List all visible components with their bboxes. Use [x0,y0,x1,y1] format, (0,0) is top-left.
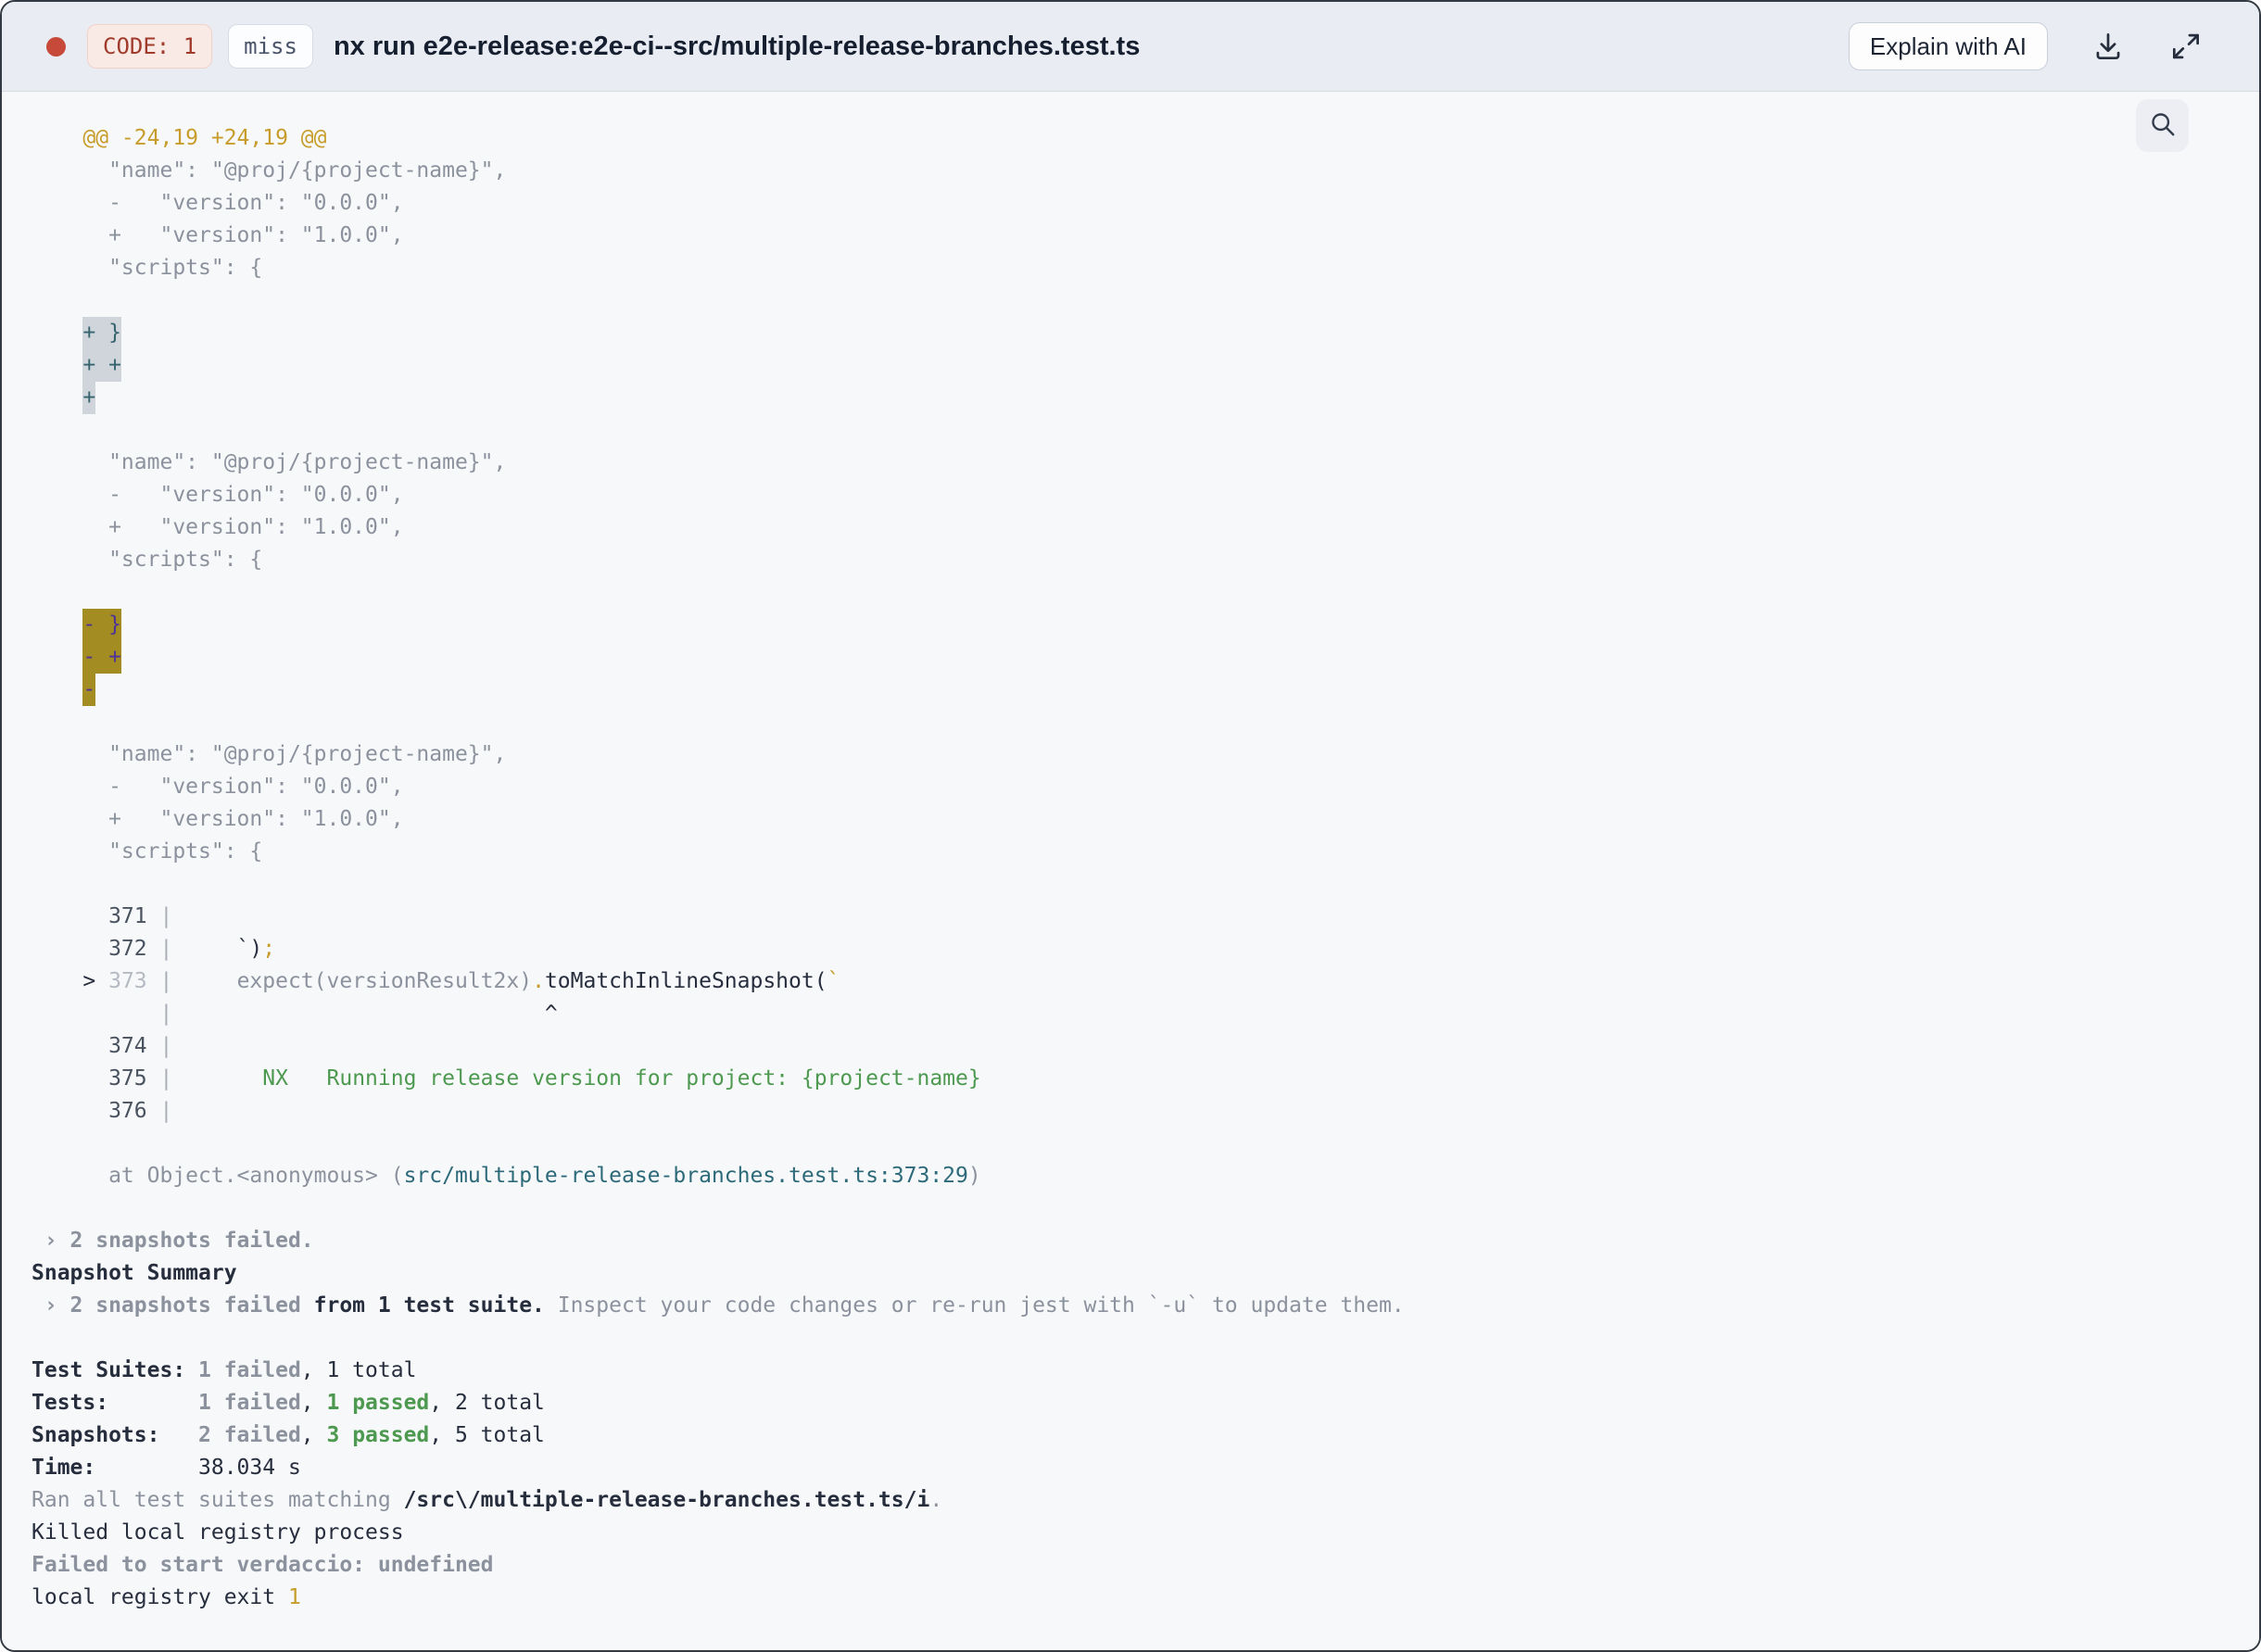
download-button[interactable] [2090,29,2126,64]
terminal-line: 371 | [32,904,173,928]
exit-code-badge: CODE: 1 [87,24,213,69]
terminal-line: "name": "@proj/{project-name}", [32,742,507,766]
terminal-line: "scripts": { [32,839,263,864]
terminal-line: - [32,674,2259,706]
terminal-line: | ^ [32,1002,558,1026]
terminal-line: "name": "@proj/{project-name}", [32,158,507,183]
terminal-line: Snapshots: 2 failed, 3 passed, 5 total [32,1423,545,1447]
terminal-line: 372 | `); [32,937,276,961]
terminal-line: - "version": "0.0.0", [32,775,404,799]
terminal-line: › 2 snapshots failed. [32,1229,314,1253]
log-header: CODE: 1 miss nx run e2e-release:e2e-ci--… [2,2,2259,92]
terminal-line: Tests: 1 failed, 1 passed, 2 total [32,1391,545,1415]
log-viewer-window: CODE: 1 miss nx run e2e-release:e2e-ci--… [0,0,2261,1652]
download-icon [2090,29,2126,64]
terminal-line: - "version": "0.0.0", [32,191,404,215]
explain-with-ai-button[interactable]: Explain with AI [1848,22,2048,70]
expand-icon [2168,29,2204,64]
terminal-line: + "version": "1.0.0", [32,515,404,539]
status-dot [46,36,66,57]
terminal-line: > 373 | expect(versionResult2x).toMatchI… [32,969,840,993]
terminal-line: - + [32,641,2259,674]
terminal-line: + "version": "1.0.0", [32,223,404,247]
terminal-line: › 2 snapshots failed from 1 test suite. … [32,1293,1405,1318]
search-icon [2146,107,2179,144]
fullscreen-button[interactable] [2168,29,2204,64]
terminal-line: Failed to start verdaccio: undefined [32,1553,494,1577]
terminal-output: @@ -24,19 +24,19 @@ "name": "@proj/{proj… [2,92,2259,1614]
terminal-line: Test Suites: 1 failed, 1 total [32,1358,417,1382]
task-title: nx run e2e-release:e2e-ci--src/multiple-… [333,31,1141,61]
terminal-line: + [32,382,2259,414]
log-content: @@ -24,19 +24,19 @@ "name": "@proj/{proj… [2,92,2259,1650]
terminal-line: "name": "@proj/{project-name}", [32,450,507,474]
terminal-line: 375 | NX Running release version for pro… [32,1066,981,1091]
terminal-line: 374 | [32,1034,173,1058]
terminal-line: 376 | [32,1099,173,1123]
terminal-line: + } [32,317,2259,349]
terminal-line: @@ -24,19 +24,19 @@ [32,126,327,150]
terminal-line: at Object.<anonymous> (src/multiple-rele… [32,1164,981,1188]
terminal-line: "scripts": { [32,548,263,572]
terminal-line: Time: 38.034 s [32,1456,301,1480]
header-actions: Explain with AI [1848,22,2204,70]
terminal-line: - "version": "0.0.0", [32,483,404,507]
terminal-line: + + [32,349,2259,382]
terminal-line: Snapshot Summary [32,1261,237,1285]
search-button[interactable] [2136,99,2189,152]
terminal-line: Ran all test suites matching /src\/multi… [32,1488,943,1512]
terminal-line: Killed local registry process [32,1520,404,1545]
terminal-line: "scripts": { [32,256,263,280]
terminal-line: - } [32,609,2259,641]
cache-status-badge: miss [228,24,313,69]
terminal-line: + "version": "1.0.0", [32,807,404,831]
terminal-line: local registry exit 1 [32,1585,301,1609]
